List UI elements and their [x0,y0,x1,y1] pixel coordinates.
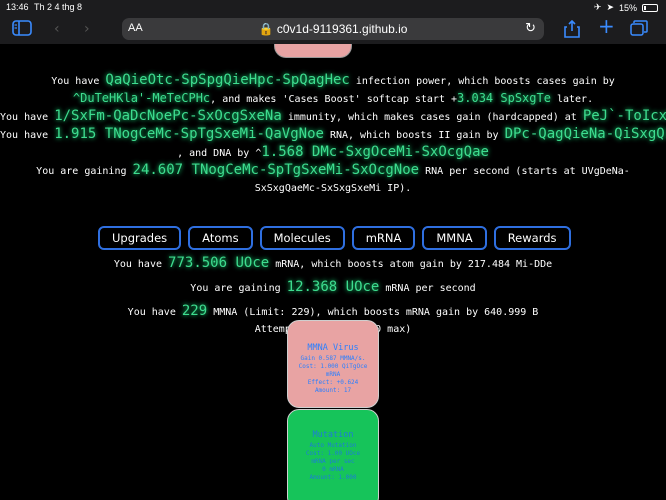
forward-icon[interactable]: › [84,20,90,38]
tab-atoms[interactable]: Atoms [188,226,253,250]
mrna-gain-line: You are gaining 12.368 UOce mRNA per sec… [190,279,476,295]
infection-power-value: QaQieOtc-SpSpgQieHpc-SpQagHec [105,72,350,88]
mmna-virus-card[interactable]: MMNA Virus Gain 0.587 MMNA/s. Cost: 1.00… [287,320,379,408]
clock: 13:46 [6,2,29,12]
tab-rewards[interactable]: Rewards [493,226,571,250]
sidebar-icon[interactable] [12,20,32,41]
airplane-icon: ✈ [593,2,602,12]
infection-line-2: ^DuTeHKla'-MeTeCPHc, and makes 'Cases Bo… [72,91,594,105]
mrna-gain-value: 12.368 UOce [286,279,380,295]
status-bar: 13:46 Th 2 4 thg 8 ✈ ➤ 15% [0,0,666,14]
new-tab-icon[interactable]: + [598,16,615,36]
card-body: Gain 0.587 MMNA/s. Cost: 1.000 QiTgOce m… [298,355,368,394]
location-icon: ➤ [606,2,614,12]
tab-molecules[interactable]: Molecules [259,226,345,250]
reload-icon[interactable]: ↻ [525,21,536,36]
rna-rate-line: You are gaining 24.607 TNogCeMc-SpTgSxeM… [36,162,630,178]
battery-percent: 15% [618,2,637,13]
tab-bar: Upgrades Atoms Molecules mRNA MMNA Rewar… [98,226,571,250]
date: Th 2 4 thg 8 [34,2,83,12]
immunity-cap-value: PeJ`-ToIcxNaL`-PoZkeN [582,108,666,124]
url-text: 🔒 c0v1d-9119361.github.io [122,22,544,36]
mutation-card[interactable]: Mutation Auto Mutation Cost: 1.00 UOce m… [287,409,379,500]
tab-upgrades[interactable]: Upgrades [98,226,182,250]
status-icons: ✈ ➤ 15% [594,2,658,13]
url: c0v1d-9119361.github.io [276,22,408,36]
card-body: Auto Mutation Cost: 1.00 UOce mRNA per s… [305,442,361,481]
rna-line: You have 1.915 TNogCeMc-SpTgSxeMi-QaVgNo… [0,126,666,144]
share-icon[interactable] [564,19,580,43]
battery-icon [642,3,658,12]
address-bar[interactable]: AA 🔒 c0v1d-9119361.github.io ↻ [122,18,544,40]
rna-rate-value: 24.607 TNogCeMc-SpTgSxeMi-SxOcgNoe [132,162,420,178]
rna-value: 1.915 TNogCeMc-SpTgSxeMi-QaVgNoe [54,126,324,142]
rna-rate-line-2: SxSxgQaeMc-SxSxgSxeMi IP). [254,183,412,194]
mrna-value: 773.506 UOce [168,255,270,271]
rna-dna-line: , and DNA by ^1.568 DMc-SxgOceMi-SxOcgQa… [177,144,489,160]
safari-toolbar: ‹ › AA 🔒 c0v1d-9119361.github.io ↻ + [0,14,666,44]
stats-panel: You have QaQieOtc-SpSpgQieHpc-SpQagHec i… [0,72,666,197]
card-title: Mutation [312,430,354,440]
dna-boost-value: 1.568 DMc-SxgOceMi-SxOcgQae [261,144,489,160]
game-page: You have QaQieOtc-SpSpgQieHpc-SpQagHec i… [0,44,666,500]
tab-mmna[interactable]: MMNA [422,226,487,250]
card-title: MMNA Virus [307,343,359,353]
back-icon[interactable]: ‹ [54,20,60,38]
rna-boost-value: DPc-QagQieNa-QiSxgQieMc [504,126,666,142]
tab-mrna[interactable]: mRNA [351,226,416,250]
infection-boost-value: ^DuTeHKla'-MeTeCPHc [72,91,211,105]
immunity-line: You have 1/SxFm-QaDcNoePc-SxOcgSxeNa imm… [0,108,666,126]
mrna-have-line: You have 773.506 UOce mRNA, which boosts… [113,255,553,271]
infection-line: You have QaQieOtc-SpSpgQieHpc-SpQagHec i… [51,72,615,88]
mmna-value: 229 [181,303,208,319]
immunity-value: 1/SxFm-QaDcNoePc-SxOcgSxeNa [54,108,282,124]
lock-icon: 🔒 [258,22,274,36]
upgrade-card-partial[interactable] [274,44,352,58]
softcap-value: 3.034 SpSxgTe [457,91,551,105]
tabs-overview-icon[interactable] [630,20,648,41]
